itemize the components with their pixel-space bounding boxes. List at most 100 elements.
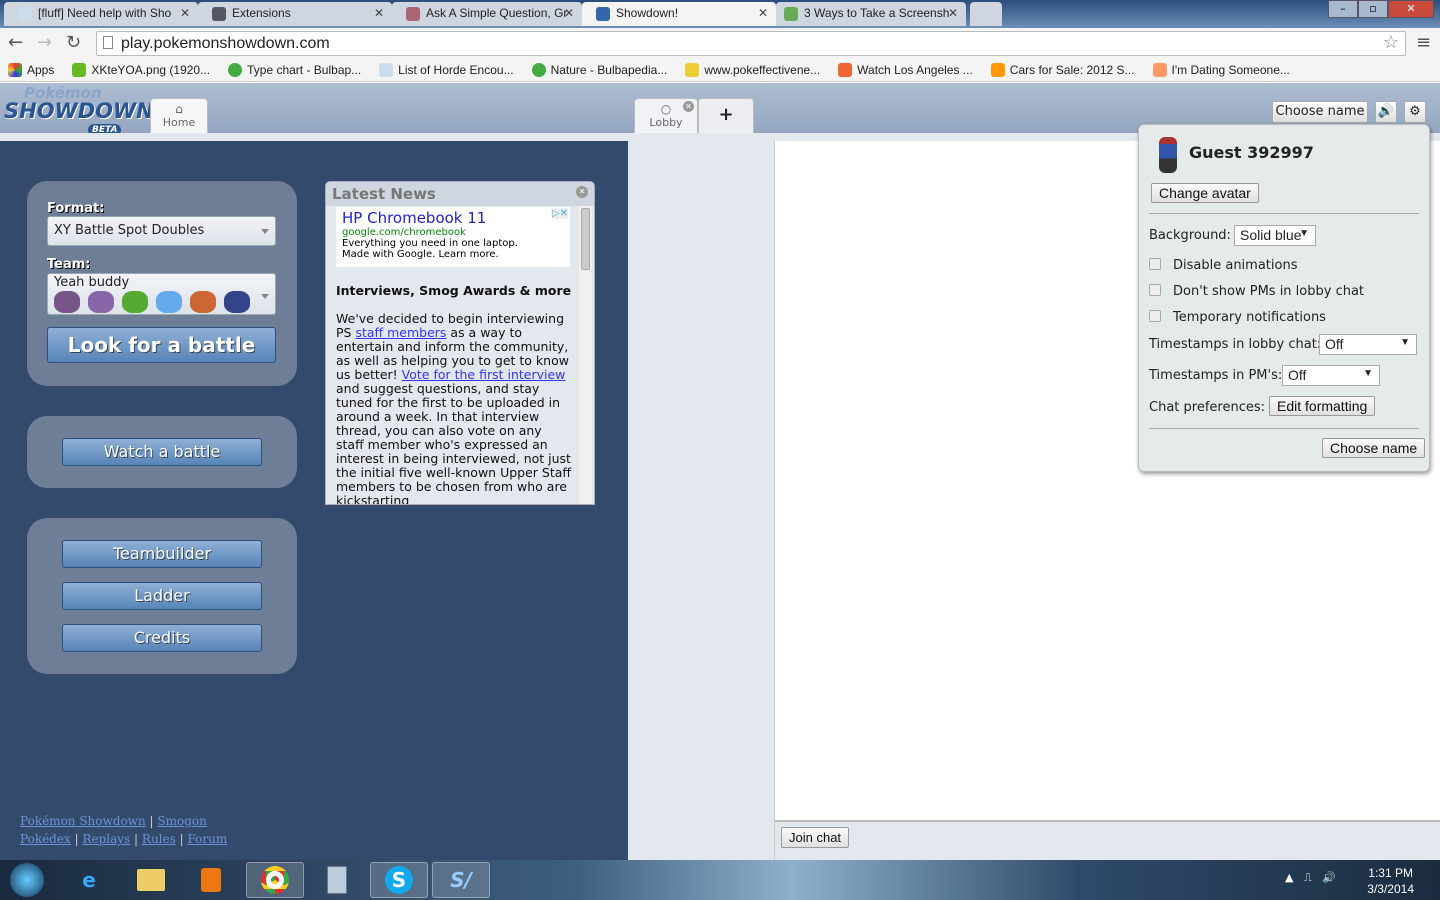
bookmark-label: Apps bbox=[27, 62, 55, 77]
system-clock[interactable]: 1:31 PM 3/3/2014 bbox=[1367, 865, 1414, 897]
windows-logo-icon bbox=[10, 863, 44, 897]
background-select[interactable]: Solid blue ▼ bbox=[1234, 225, 1316, 246]
teambuilder-button[interactable]: Teambuilder bbox=[62, 540, 262, 568]
replays-link[interactable]: Replays bbox=[82, 832, 130, 846]
bookmark[interactable]: List of Horde Encou... bbox=[379, 62, 514, 77]
divider bbox=[1149, 213, 1419, 214]
bookmark-apps[interactable]: Apps bbox=[8, 62, 55, 77]
start-button[interactable] bbox=[0, 862, 54, 898]
close-icon[interactable]: ✕ bbox=[374, 6, 384, 20]
autotrader-icon bbox=[990, 62, 1005, 77]
browser-tab-active[interactable]: Showdown! ✕ bbox=[582, 2, 776, 26]
minimize-icon[interactable]: – bbox=[1328, 0, 1358, 18]
maximize-icon[interactable]: ▫ bbox=[1358, 0, 1388, 18]
gear-icon[interactable]: ⚙ bbox=[1404, 101, 1426, 123]
forum-link[interactable]: Forum bbox=[187, 832, 227, 846]
tab-lobby[interactable]: ○ Lobby ✕ bbox=[634, 98, 698, 133]
browser-tab[interactable]: [fluff] Need help with Sho ✕ bbox=[4, 2, 198, 26]
watch-battle-button[interactable]: Watch a battle bbox=[62, 438, 262, 466]
dropdown-arrow-icon: ▼ bbox=[1363, 368, 1373, 379]
username: Guest 392997 bbox=[1189, 143, 1314, 162]
bookmark[interactable]: www.pokeffectivene... bbox=[685, 62, 820, 77]
file-explorer-icon[interactable] bbox=[122, 862, 180, 898]
tab-label: Home bbox=[162, 116, 196, 129]
settings-popup: Guest 392997 Change avatar Background: S… bbox=[1138, 124, 1430, 472]
lobby-userlist bbox=[628, 141, 775, 860]
close-icon[interactable]: ✕ bbox=[758, 6, 768, 20]
bookmark[interactable]: Cars for Sale: 2012 S... bbox=[990, 62, 1135, 77]
ad-title[interactable]: HP Chromebook 11 bbox=[342, 209, 564, 227]
close-tab-icon[interactable]: ✕ bbox=[683, 101, 694, 112]
smogon-link[interactable]: Smogon bbox=[157, 814, 206, 828]
ad-box[interactable]: HP Chromebook 11 google.com/chromebook E… bbox=[336, 207, 570, 267]
browser-tab[interactable]: 3 Ways to Take a Screensh ✕ bbox=[776, 2, 966, 26]
forward-icon[interactable]: → bbox=[37, 32, 52, 53]
edit-formatting-button[interactable]: Edit formatting bbox=[1269, 396, 1376, 416]
news-scrollbar[interactable] bbox=[579, 206, 592, 504]
reddit-icon bbox=[379, 62, 394, 77]
pokemon-sprite bbox=[224, 291, 250, 313]
sound-icon[interactable]: 🔊 bbox=[1375, 101, 1397, 123]
pokedex-link[interactable]: Pokédex bbox=[20, 832, 71, 846]
close-icon[interactable]: ✕ bbox=[180, 6, 190, 20]
showdown-link[interactable]: Pokémon Showdown bbox=[20, 814, 146, 828]
showdown-app-icon[interactable]: S/ bbox=[432, 862, 490, 898]
new-tab-button[interactable] bbox=[970, 2, 1002, 26]
bookmark[interactable]: Watch Los Angeles ... bbox=[838, 62, 973, 77]
browser-tab[interactable]: Extensions ✕ bbox=[198, 2, 392, 26]
choose-name-button[interactable]: Choose name bbox=[1322, 438, 1426, 458]
menu-icon[interactable]: ≡ bbox=[1416, 32, 1431, 53]
bookmark-label: Nature - Bulbapedia... bbox=[550, 62, 668, 77]
format-select[interactable]: XY Battle Spot Doubles bbox=[47, 216, 276, 246]
tray-icons[interactable]: ▲ ⎍ 🔊 bbox=[1285, 871, 1336, 885]
ladder-button[interactable]: Ladder bbox=[62, 582, 262, 610]
add-tab-button[interactable]: + bbox=[698, 98, 754, 133]
timestamps-lobby-select[interactable]: Off ▼ bbox=[1319, 334, 1417, 355]
bookmark[interactable]: Nature - Bulbapedia... bbox=[531, 62, 668, 77]
dropdown-arrow-icon bbox=[261, 229, 269, 238]
change-avatar-button[interactable]: Change avatar bbox=[1151, 183, 1259, 203]
showdown-logo[interactable]: Pokémon SHOWDOWN BETA bbox=[4, 86, 154, 136]
pokemon-sprite bbox=[156, 291, 182, 313]
vote-link[interactable]: Vote for the first interview bbox=[402, 367, 566, 382]
internet-explorer-icon[interactable]: e bbox=[60, 862, 118, 898]
tab-label: [fluff] Need help with Sho bbox=[38, 6, 172, 20]
reddit-icon bbox=[18, 7, 32, 21]
team-sprites bbox=[54, 291, 269, 317]
apps-icon bbox=[8, 62, 22, 77]
chat-input-area: Join chat bbox=[775, 820, 1440, 860]
adchoices-icon[interactable]: ▷✕ bbox=[551, 208, 568, 219]
back-icon[interactable]: ← bbox=[8, 32, 23, 53]
address-bar[interactable]: play.pokemonshowdown.com ☆ bbox=[96, 31, 1406, 56]
separator: | bbox=[149, 814, 154, 828]
tab-home[interactable]: ⌂ Home bbox=[150, 98, 208, 133]
close-window-icon[interactable]: ✕ bbox=[1388, 0, 1434, 18]
star-icon[interactable]: ☆ bbox=[1383, 32, 1399, 53]
reload-icon[interactable]: ↻ bbox=[66, 32, 81, 53]
calculator-icon[interactable] bbox=[308, 862, 366, 898]
bookmark[interactable]: I'm Dating Someone... bbox=[1152, 62, 1290, 77]
temporary-notifications-checkbox[interactable] bbox=[1149, 310, 1161, 322]
watch-group: Watch a battle bbox=[27, 416, 297, 488]
skype-icon[interactable]: S bbox=[370, 862, 428, 898]
rules-link[interactable]: Rules bbox=[142, 832, 176, 846]
look-for-battle-button[interactable]: Look for a battle bbox=[47, 327, 276, 363]
media-player-icon[interactable] bbox=[182, 862, 240, 898]
team-select[interactable]: Yeah buddy bbox=[47, 273, 276, 315]
credits-button[interactable]: Credits bbox=[62, 624, 262, 652]
choose-name-button[interactable]: Choose name bbox=[1272, 101, 1368, 123]
close-icon[interactable]: ✕ bbox=[564, 6, 574, 20]
disable-animations-checkbox[interactable] bbox=[1149, 258, 1161, 270]
close-icon[interactable]: ✕ bbox=[948, 6, 958, 20]
close-icon[interactable]: ✕ bbox=[576, 186, 588, 198]
bookmark[interactable]: Type chart - Bulbap... bbox=[228, 62, 361, 77]
bookmark[interactable]: XKteYOA.png (1920... bbox=[72, 62, 210, 77]
hide-pms-checkbox[interactable] bbox=[1149, 284, 1161, 296]
staff-members-link[interactable]: staff members bbox=[355, 325, 446, 340]
browser-tab[interactable]: Ask A Simple Question, Gr ✕ bbox=[392, 2, 582, 26]
chrome-icon[interactable] bbox=[246, 862, 304, 898]
timestamps-pm-select[interactable]: Off ▼ bbox=[1282, 365, 1380, 386]
join-chat-button[interactable]: Join chat bbox=[781, 827, 850, 848]
scroll-thumb[interactable] bbox=[581, 208, 590, 270]
tab-label: Ask A Simple Question, Gr bbox=[426, 6, 568, 20]
